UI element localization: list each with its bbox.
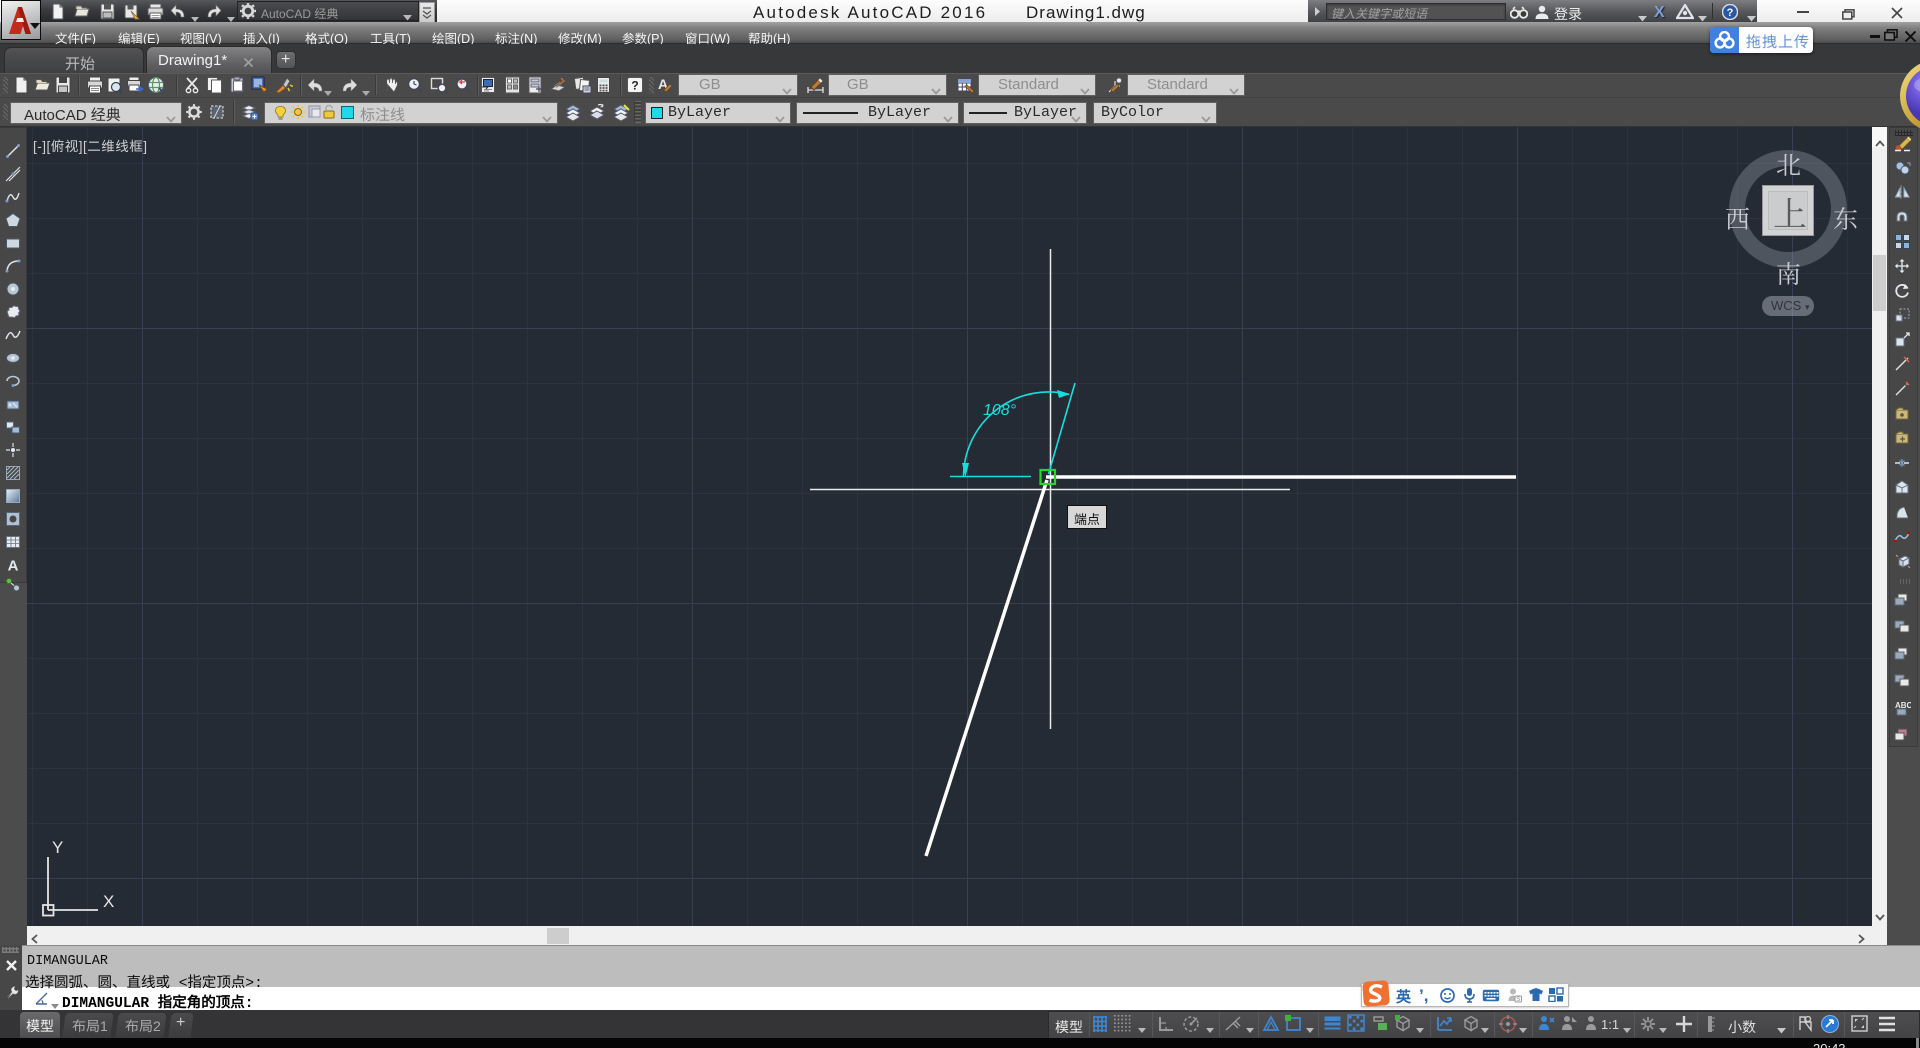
svg-text:?: ? (1727, 7, 1734, 19)
svg-text:?: ? (631, 79, 638, 93)
svg-text:S: S (1516, 997, 1520, 1003)
svg-text:A: A (8, 558, 19, 574)
svg-text:Y: Y (52, 838, 63, 857)
svg-text:108°: 108° (983, 402, 1017, 419)
svg-text:X: X (103, 892, 114, 911)
